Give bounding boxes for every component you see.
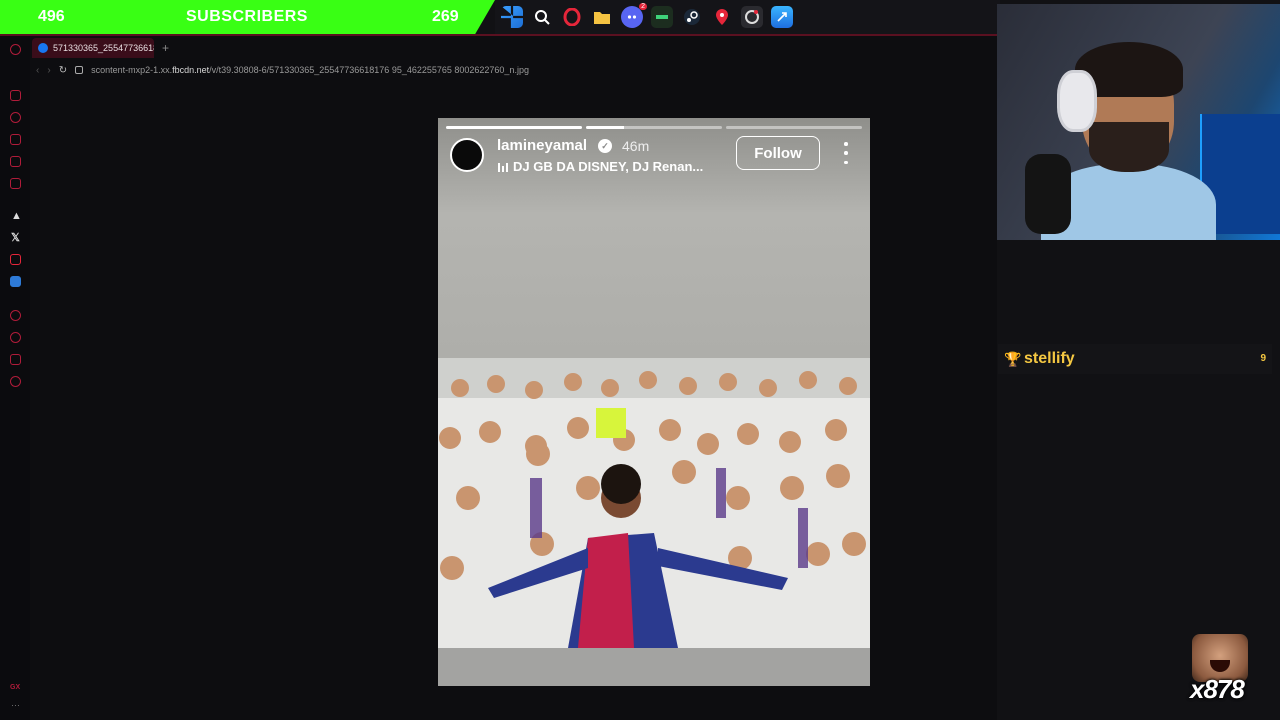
subscriber-label: SUBSCRIBERS bbox=[186, 8, 308, 25]
steam-icon[interactable] bbox=[681, 6, 703, 28]
more-icon[interactable]: ··· bbox=[11, 700, 20, 710]
facebook-icon bbox=[38, 43, 48, 53]
discord-icon[interactable]: 2 bbox=[621, 3, 647, 28]
clock-icon[interactable] bbox=[10, 332, 21, 343]
twitch-icon[interactable] bbox=[10, 156, 21, 167]
opera-gx-icon[interactable] bbox=[741, 6, 763, 28]
avatar[interactable] bbox=[450, 138, 484, 172]
story-progress bbox=[446, 126, 862, 129]
emote-combo-count: x878 bbox=[1190, 674, 1245, 704]
music-bars-icon bbox=[498, 163, 508, 172]
forward-icon[interactable]: › bbox=[47, 65, 50, 76]
bitwarden-icon[interactable] bbox=[10, 276, 21, 287]
alert-count: 9 bbox=[1260, 353, 1266, 364]
story-background-bottom bbox=[438, 648, 870, 686]
new-tab-button[interactable]: + bbox=[162, 41, 169, 55]
alert-username: stellify bbox=[1024, 350, 1075, 367]
youtube-icon[interactable] bbox=[10, 254, 21, 265]
mail-icon[interactable] bbox=[10, 178, 21, 189]
x-icon[interactable]: 𝕏 bbox=[11, 231, 20, 244]
lock-icon[interactable] bbox=[75, 66, 84, 74]
reload-icon[interactable] bbox=[10, 112, 21, 123]
bag-icon[interactable] bbox=[10, 134, 21, 145]
app-icon[interactable] bbox=[651, 6, 673, 28]
opera-icon[interactable] bbox=[561, 6, 583, 28]
tab-bar: 571330365_25547736618 + bbox=[30, 36, 997, 60]
microphone-icon bbox=[1025, 154, 1071, 234]
stream-screen: 496 SUBSCRIBERS 269 2 ▲ 𝕏 GX ··· 5713303… bbox=[0, 0, 1280, 720]
tab-image[interactable]: 571330365_25547736618 bbox=[32, 38, 154, 58]
back-icon[interactable]: ‹ bbox=[36, 65, 39, 76]
subscriber-banner: 496 SUBSCRIBERS 269 bbox=[0, 0, 495, 34]
taskbar: 2 bbox=[495, 0, 1000, 34]
top-supporter-alert: 🏆 stellify 9 bbox=[998, 344, 1272, 374]
messenger-icon[interactable] bbox=[10, 90, 21, 101]
story-photo bbox=[438, 358, 870, 648]
subscriber-count-right: 269 bbox=[432, 8, 459, 25]
url-domain: fbcdn.net bbox=[172, 65, 210, 75]
url-path: /v/t39.30808-6/571330365_25547736618176 … bbox=[209, 65, 529, 75]
reload-button[interactable]: ↻ bbox=[59, 65, 67, 76]
maps-icon[interactable] bbox=[711, 6, 733, 28]
headset-icon bbox=[1057, 70, 1097, 132]
more-options-icon[interactable] bbox=[838, 142, 854, 164]
app-store-icon[interactable] bbox=[771, 6, 793, 28]
gx-icon[interactable]: GX bbox=[10, 684, 20, 691]
settings-icon[interactable] bbox=[10, 376, 21, 387]
trophy-icon: 🏆 bbox=[1004, 351, 1022, 367]
progress-segment bbox=[726, 126, 862, 129]
verified-badge-icon: ✓ bbox=[598, 139, 612, 153]
url-prefix: scontent-mxp2-1.xx. bbox=[91, 65, 173, 75]
story-time: 46m bbox=[622, 138, 650, 154]
story-viewer[interactable]: lamineyamal ✓ 46m DJ GB DA DISNEY, DJ Re… bbox=[438, 118, 870, 686]
browser-sidebar: ▲ 𝕏 GX ··· bbox=[0, 36, 30, 720]
play-icon[interactable] bbox=[10, 310, 21, 321]
address-bar: ‹ › ↻ scontent-mxp2-1.xx.fbcdn.net/v/t39… bbox=[30, 60, 997, 80]
windows-start-icon[interactable] bbox=[501, 6, 523, 28]
webcam-feed bbox=[997, 4, 1280, 240]
story-music[interactable]: DJ GB DA DISNEY, DJ Renan... bbox=[513, 159, 703, 174]
search-icon[interactable] bbox=[531, 6, 553, 28]
subscriber-count-left: 496 bbox=[38, 8, 65, 25]
story-username[interactable]: lamineyamal bbox=[497, 137, 587, 154]
arc-icon[interactable]: ▲ bbox=[11, 210, 22, 222]
progress-segment-active bbox=[586, 126, 722, 129]
folder-icon[interactable] bbox=[591, 6, 613, 28]
paint-icon[interactable] bbox=[10, 354, 21, 365]
tab-title: 571330365_25547736618 bbox=[53, 43, 154, 53]
streamer-beard bbox=[1089, 122, 1169, 172]
discord-badge: 2 bbox=[639, 3, 647, 10]
url-field[interactable]: scontent-mxp2-1.xx.fbcdn.net/v/t39.30808… bbox=[91, 65, 529, 75]
progress-segment bbox=[446, 126, 582, 129]
follow-button[interactable]: Follow bbox=[736, 136, 820, 170]
opera-gx-icon[interactable] bbox=[10, 44, 21, 55]
